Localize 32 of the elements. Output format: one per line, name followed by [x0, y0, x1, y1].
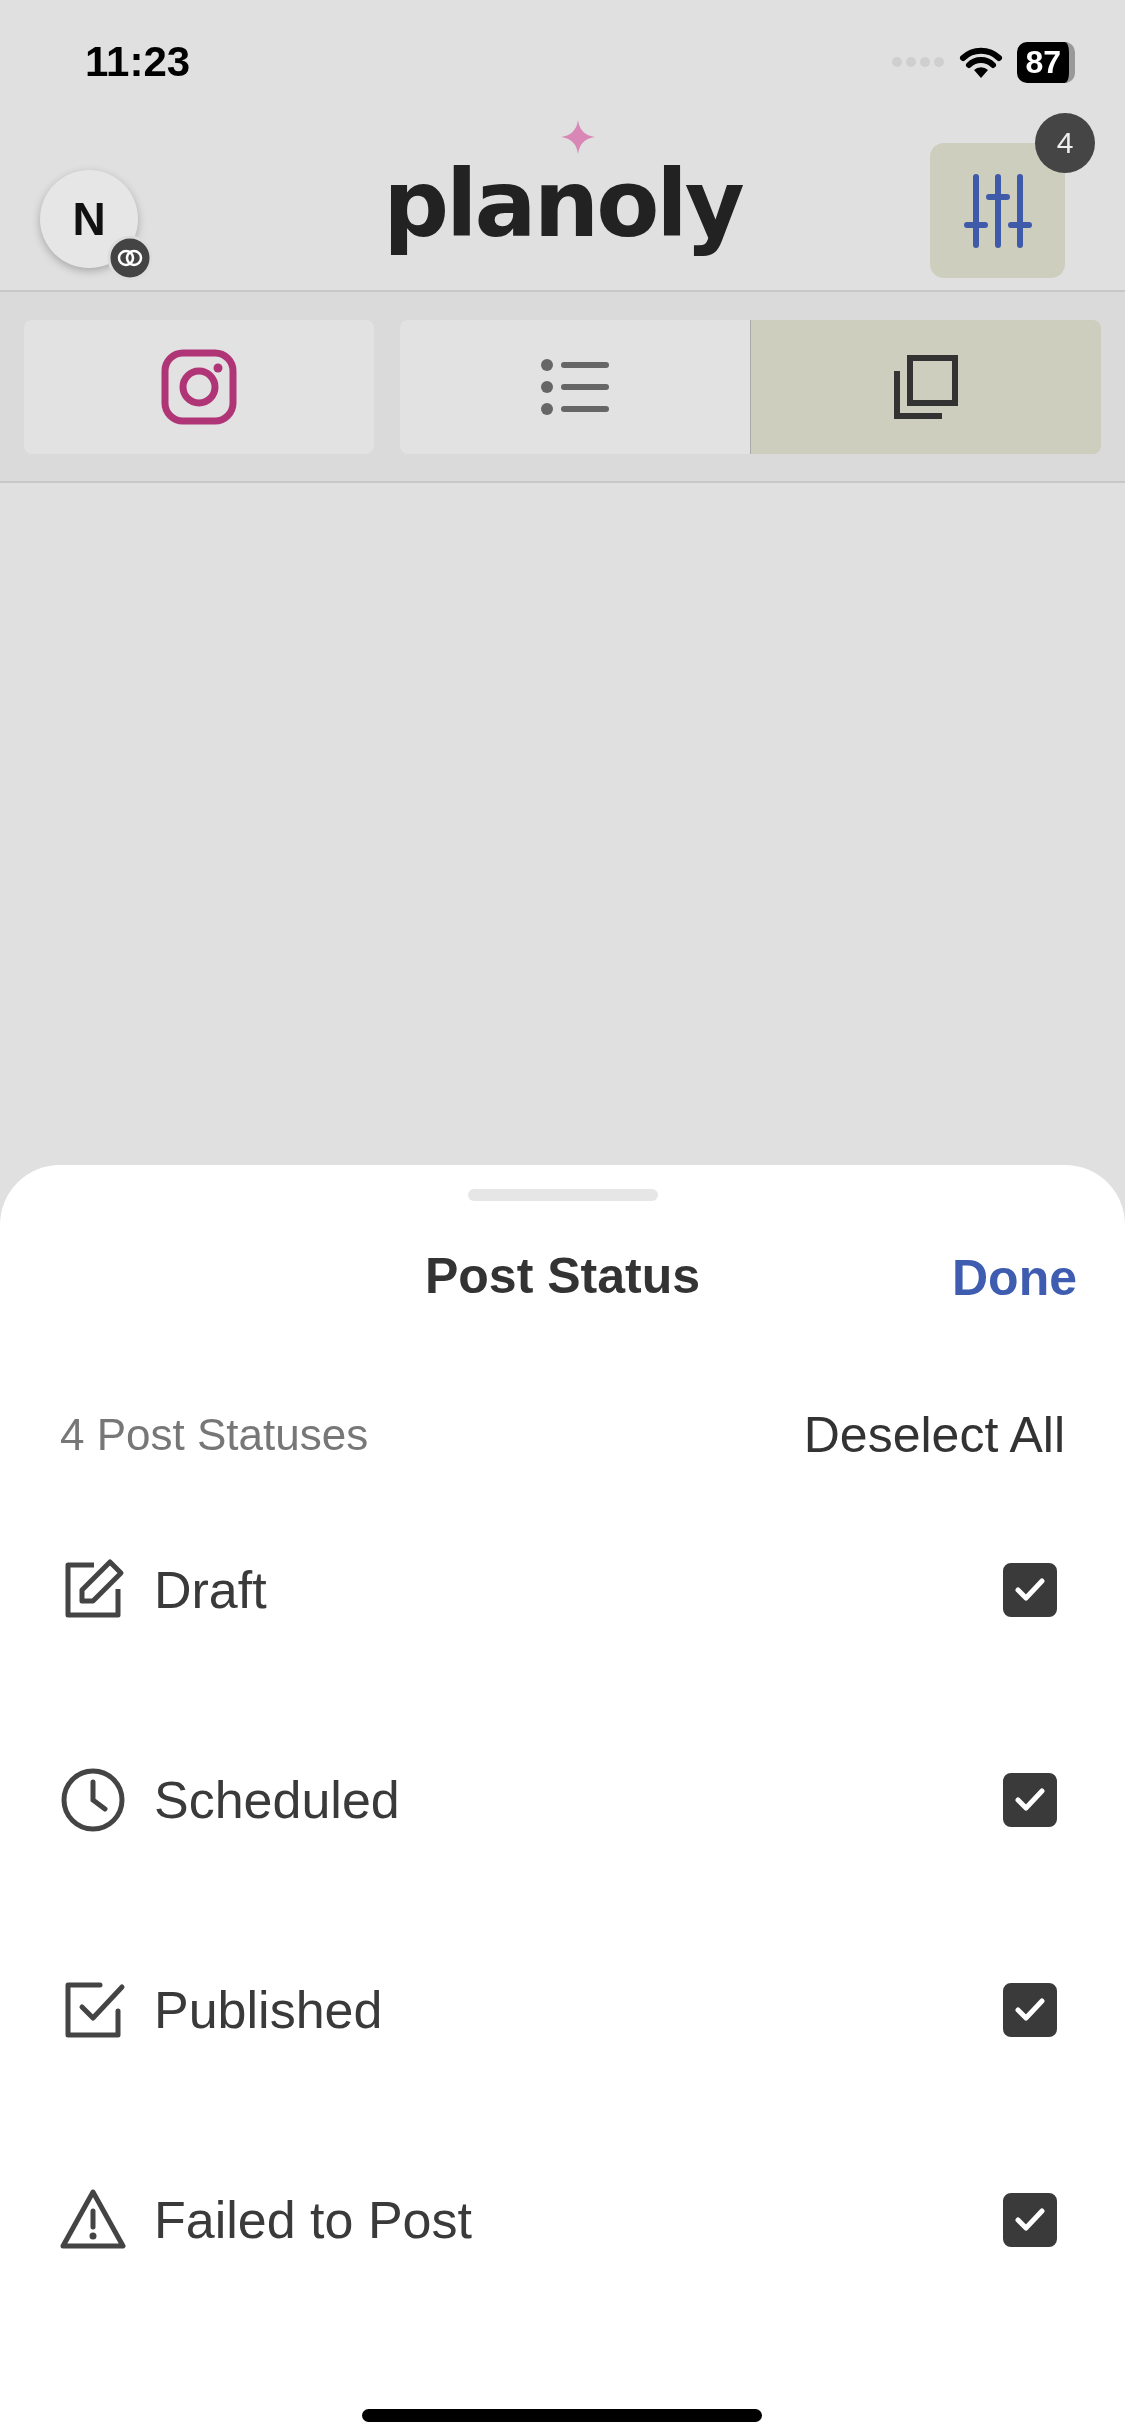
instagram-icon [161, 348, 237, 425]
status-time: 11:23 [85, 38, 191, 86]
status-count: 4 Post Statuses [60, 1410, 369, 1460]
checkbox[interactable] [1003, 1983, 1057, 2037]
deselect-all-button[interactable]: Deselect All [803, 1406, 1065, 1464]
clock-icon [60, 1767, 126, 1833]
filter-count-badge: 4 [1035, 113, 1095, 173]
linked-rings-icon [107, 235, 153, 281]
status-label: Published [154, 1980, 384, 2040]
instagram-tab[interactable] [24, 319, 374, 454]
avatar[interactable]: N [40, 170, 138, 268]
checkbox[interactable] [1003, 1773, 1057, 1827]
list-icon [541, 356, 609, 417]
done-button[interactable]: Done [952, 1249, 1077, 1307]
stack-tab[interactable] [750, 319, 1101, 454]
battery-level: 87 [1017, 41, 1075, 83]
checkbox[interactable] [1003, 1563, 1057, 1617]
sliders-icon [962, 172, 1033, 249]
wifi-icon [959, 45, 1004, 79]
checkbox[interactable] [1003, 2193, 1057, 2247]
logo: planoly [383, 149, 742, 260]
checkmark-icon [1013, 1786, 1047, 1814]
checkmark-icon [1013, 1576, 1047, 1604]
checkmark-icon [1013, 2206, 1047, 2234]
checkmark-icon [1013, 1996, 1047, 2024]
sheet-handle[interactable] [467, 1189, 658, 1201]
status-label: Failed to Post [154, 2190, 473, 2250]
list-tab[interactable] [400, 319, 750, 454]
sheet-title: Post Status [424, 1247, 701, 1305]
stacked-squares-icon [894, 354, 958, 419]
status-label: Scheduled [154, 1770, 401, 1830]
status-label: Draft [154, 1560, 268, 1620]
